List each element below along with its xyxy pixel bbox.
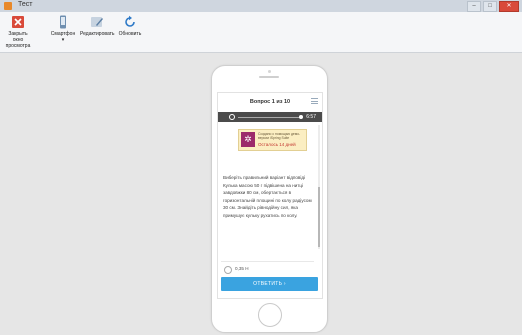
home-button: [258, 303, 282, 327]
scrollbar-thumb[interactable]: [318, 187, 320, 247]
demo-banner: ✲ Создано с помощью демо-версии iSpring …: [238, 129, 307, 151]
window-controls: – □ ✕: [467, 1, 519, 12]
smartphone-frame: Вопрос 1 из 10 6:57 ✲ Создано с помощью …: [211, 65, 328, 333]
question-block: Виберіть правильний варіант відповіді Ку…: [223, 174, 315, 220]
menu-icon[interactable]: [311, 98, 318, 106]
question-counter: Вопрос 1 из 10: [249, 99, 291, 105]
camera-dot: [268, 70, 271, 73]
phone-speaker: [259, 76, 279, 78]
question-text: Кулька масою 50 г підвішена на нитці зав…: [223, 182, 312, 218]
timer-value: 6:57: [306, 114, 316, 120]
demo-days-left: Осталось 14 дней: [258, 142, 296, 147]
answer-label: 0,35 Н: [235, 266, 249, 271]
timer-bar: 6:57: [218, 112, 322, 122]
close-preview-label: Закрыть окно просмотра: [5, 31, 31, 49]
close-preview-button[interactable]: Закрыть окно просмотра: [3, 15, 33, 49]
maximize-icon[interactable]: □: [483, 1, 497, 12]
title-bar: Тест – □ ✕: [0, 0, 522, 12]
edit-icon: [90, 15, 104, 29]
smartphone-icon: [56, 15, 70, 29]
demo-banner-text: Создано с помощью демо-версии iSpring Su…: [258, 132, 301, 140]
quiz-header: Вопрос 1 из 10: [218, 93, 322, 112]
refresh-label: Обновить: [118, 31, 142, 37]
refresh-icon: [123, 15, 137, 29]
chevron-down-icon: ▾: [61, 37, 65, 43]
minimize-icon[interactable]: –: [467, 1, 481, 12]
close-preview-icon: [11, 15, 25, 29]
edit-button[interactable]: Редактировать: [80, 15, 115, 37]
timer-track: [238, 117, 300, 118]
refresh-button[interactable]: Обновить: [117, 15, 143, 37]
question-instruction: Виберіть правильний варіант відповіді: [223, 175, 306, 180]
submit-answer-button[interactable]: ОТВЕТИТЬ ›: [221, 277, 318, 291]
phone-screen: Вопрос 1 из 10 6:57 ✲ Создано с помощью …: [217, 92, 323, 299]
device-dropdown-button[interactable]: Смартфон ▾: [50, 15, 76, 43]
ispring-logo-icon: ✲: [241, 132, 255, 147]
clock-icon: [229, 114, 235, 120]
app-icon: [4, 2, 12, 10]
radio-button[interactable]: [224, 266, 232, 274]
edit-label: Редактировать: [80, 31, 115, 37]
ribbon-toolbar: Закрыть окно просмотра Смартфон ▾ Редакт…: [0, 12, 522, 53]
timer-knob: [299, 115, 303, 119]
close-icon[interactable]: ✕: [499, 1, 519, 12]
window-title: Тест: [18, 1, 33, 8]
answer-option[interactable]: 0,35 Н: [221, 261, 314, 277]
